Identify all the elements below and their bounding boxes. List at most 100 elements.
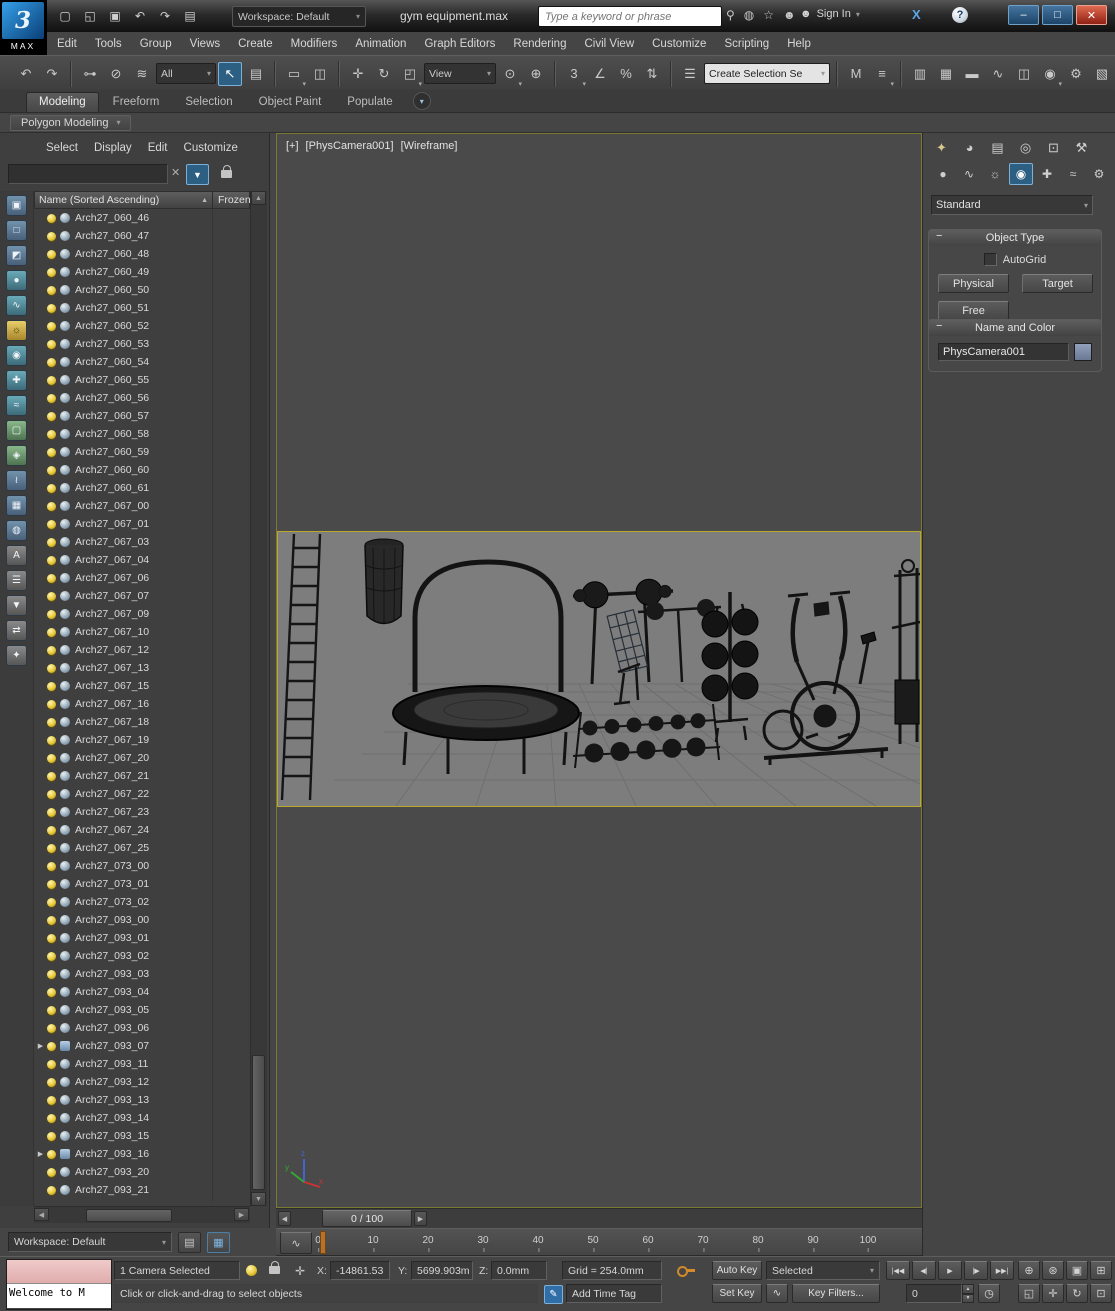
scene-explorer-row[interactable]: Arch27_060_51: [34, 299, 250, 317]
display-cameras-icon[interactable]: ◉: [6, 345, 27, 366]
infocenter-x-icon[interactable]: X: [912, 7, 921, 22]
name-and-color-rollout-header[interactable]: − Name and Color: [929, 320, 1101, 336]
select-invert-icon[interactable]: ◩: [6, 245, 27, 266]
scene-explorer-row[interactable]: Arch27_093_02: [34, 947, 250, 965]
scene-explorer-row[interactable]: Arch27_067_06: [34, 569, 250, 587]
display-groups-icon[interactable]: ▢: [6, 420, 27, 441]
visibility-bulb-icon[interactable]: [47, 465, 56, 475]
perspective-viewport[interactable]: [+] [PhysCamera001] [Wireframe] z x y: [276, 133, 922, 1208]
previous-frame-icon[interactable]: ◀|: [912, 1261, 936, 1280]
macro-recorder-pane[interactable]: [7, 1260, 111, 1284]
scene-explorer-row[interactable]: Arch27_060_56: [34, 389, 250, 407]
visibility-bulb-icon[interactable]: [47, 645, 56, 655]
menu-civil-view[interactable]: Civil View: [575, 35, 643, 53]
window-crossing-icon[interactable]: ◫: [308, 62, 332, 86]
motion-tab[interactable]: ◎: [1013, 136, 1038, 159]
display-materials-icon[interactable]: ◍: [6, 520, 27, 541]
close-button[interactable]: ✕: [1076, 5, 1107, 25]
visibility-bulb-icon[interactable]: [47, 933, 56, 943]
edit-named-selections-icon[interactable]: ☰: [678, 62, 702, 86]
rendered-frame-window-icon[interactable]: ▧: [1090, 62, 1114, 86]
scene-explorer-row[interactable]: Arch27_093_05: [34, 1001, 250, 1019]
scene-explorer-row[interactable]: Arch27_093_13: [34, 1091, 250, 1109]
visibility-bulb-icon[interactable]: [47, 303, 56, 313]
named-selection-sets-combo[interactable]: Create Selection Se ▾: [704, 63, 830, 84]
visibility-bulb-icon[interactable]: [47, 1095, 56, 1105]
object-color-swatch[interactable]: [1074, 343, 1092, 361]
visibility-bulb-icon[interactable]: [47, 339, 56, 349]
isolate-selection-bulb-icon[interactable]: [246, 1265, 257, 1276]
autogrid-checkbox[interactable]: [983, 253, 997, 266]
display-helpers-icon[interactable]: ✚: [6, 370, 27, 391]
explorer-menu-display[interactable]: Display: [86, 139, 140, 157]
toggle-scene-explorer-icon[interactable]: ▥: [908, 62, 932, 86]
scene-explorer-row[interactable]: Arch27_067_15: [34, 677, 250, 695]
maxscript-mini-listener[interactable]: Welcome to M: [6, 1259, 112, 1310]
ribbon-config-icon[interactable]: ▾: [412, 92, 431, 110]
scene-explorer-row[interactable]: Arch27_067_00: [34, 497, 250, 515]
snap-toggle-icon[interactable]: 3 ▾: [562, 62, 586, 88]
scene-explorer-row[interactable]: Arch27_060_49: [34, 263, 250, 281]
menu-edit[interactable]: Edit: [48, 35, 86, 53]
scene-explorer-row[interactable]: Arch27_060_59: [34, 443, 250, 461]
name-column-header[interactable]: Name (Sorted Ascending) ▲: [35, 192, 213, 208]
visibility-bulb-icon[interactable]: [47, 555, 56, 565]
scene-explorer-row[interactable]: Arch27_067_19: [34, 731, 250, 749]
scene-explorer-row[interactable]: Arch27_067_13: [34, 659, 250, 677]
create-tab[interactable]: ✦: [929, 136, 954, 159]
visibility-bulb-icon[interactable]: [47, 537, 56, 547]
scene-explorer-row[interactable]: Arch27_093_06: [34, 1019, 250, 1037]
angle-snap-icon[interactable]: ∠: [588, 62, 612, 86]
time-configuration-icon[interactable]: ◷: [978, 1284, 1000, 1303]
select-and-manipulate-icon[interactable]: ⊕: [524, 62, 548, 86]
visibility-bulb-icon[interactable]: [47, 663, 56, 673]
scroll-up-icon[interactable]: ▲: [251, 191, 266, 205]
scene-explorer-row[interactable]: Arch27_060_57: [34, 407, 250, 425]
scrollbar-thumb[interactable]: [86, 1209, 172, 1222]
undo-icon[interactable]: ↶: [129, 6, 151, 26]
sort-ascending-icon[interactable]: A: [6, 545, 27, 566]
visibility-bulb-icon[interactable]: [47, 1041, 56, 1051]
scene-explorer-row[interactable]: Arch27_060_61: [34, 479, 250, 497]
ribbon-tab-populate[interactable]: Populate: [335, 93, 404, 112]
next-frame-icon[interactable]: |▶: [964, 1261, 988, 1280]
scene-explorer-row[interactable]: Arch27_093_01: [34, 929, 250, 947]
selection-lock-icon[interactable]: [269, 1261, 280, 1274]
keyword-search-input[interactable]: [539, 10, 721, 23]
scene-explorer-row[interactable]: Arch27_067_01: [34, 515, 250, 533]
select-by-name-icon[interactable]: ▤: [244, 62, 268, 86]
pan-icon[interactable]: ✛: [1042, 1284, 1064, 1303]
select-none-icon[interactable]: □: [6, 220, 27, 241]
new-file-icon[interactable]: ▢: [54, 6, 76, 26]
menu-views[interactable]: Views: [181, 35, 229, 53]
expand-arrow-icon[interactable]: ▶: [34, 1042, 47, 1050]
visibility-bulb-icon[interactable]: [47, 1149, 56, 1159]
visibility-bulb-icon[interactable]: [47, 285, 56, 295]
display-spacewarps-icon[interactable]: ≈: [6, 395, 27, 416]
z-coordinate-field[interactable]: 0.0mm: [491, 1261, 547, 1280]
visibility-bulb-icon[interactable]: [47, 699, 56, 709]
target-camera-button[interactable]: Target: [1022, 274, 1093, 293]
render-setup-icon[interactable]: ⚙: [1064, 62, 1088, 86]
visibility-bulb-icon[interactable]: [47, 1131, 56, 1141]
scene-explorer-row[interactable]: Arch27_093_14: [34, 1109, 250, 1127]
scene-explorer-row[interactable]: Arch27_093_04: [34, 983, 250, 1001]
frame-spinner[interactable]: ▲ ▼: [962, 1284, 974, 1303]
scene-explorer-row[interactable]: Arch27_093_20: [34, 1163, 250, 1181]
redo-icon[interactable]: ↷: [40, 62, 64, 86]
time-slider-handle[interactable]: 0 / 100: [322, 1210, 412, 1227]
reference-coordinate-dropdown[interactable]: View ▾: [424, 63, 496, 84]
align-icon[interactable]: ≡ ▾: [870, 62, 894, 88]
select-object-icon[interactable]: ↖: [218, 61, 242, 86]
communication-center-icon[interactable]: ◍: [744, 8, 754, 22]
select-and-rotate-icon[interactable]: ↻: [372, 62, 396, 86]
object-type-rollout-header[interactable]: − Object Type: [929, 230, 1101, 246]
scene-explorer-row[interactable]: Arch27_060_47: [34, 227, 250, 245]
track-bar[interactable]: ∿ 0 10 20 30 40 50 60 70 80 90 100: [276, 1228, 922, 1256]
visibility-bulb-icon[interactable]: [47, 807, 56, 817]
unlink-selection-icon[interactable]: ⊘: [104, 62, 128, 86]
select-and-move-icon[interactable]: ✛: [346, 62, 370, 86]
scrollbar-thumb[interactable]: [252, 1055, 265, 1190]
camera-safe-frame[interactable]: [277, 531, 921, 807]
scene-explorer-row[interactable]: Arch27_093_00: [34, 911, 250, 929]
